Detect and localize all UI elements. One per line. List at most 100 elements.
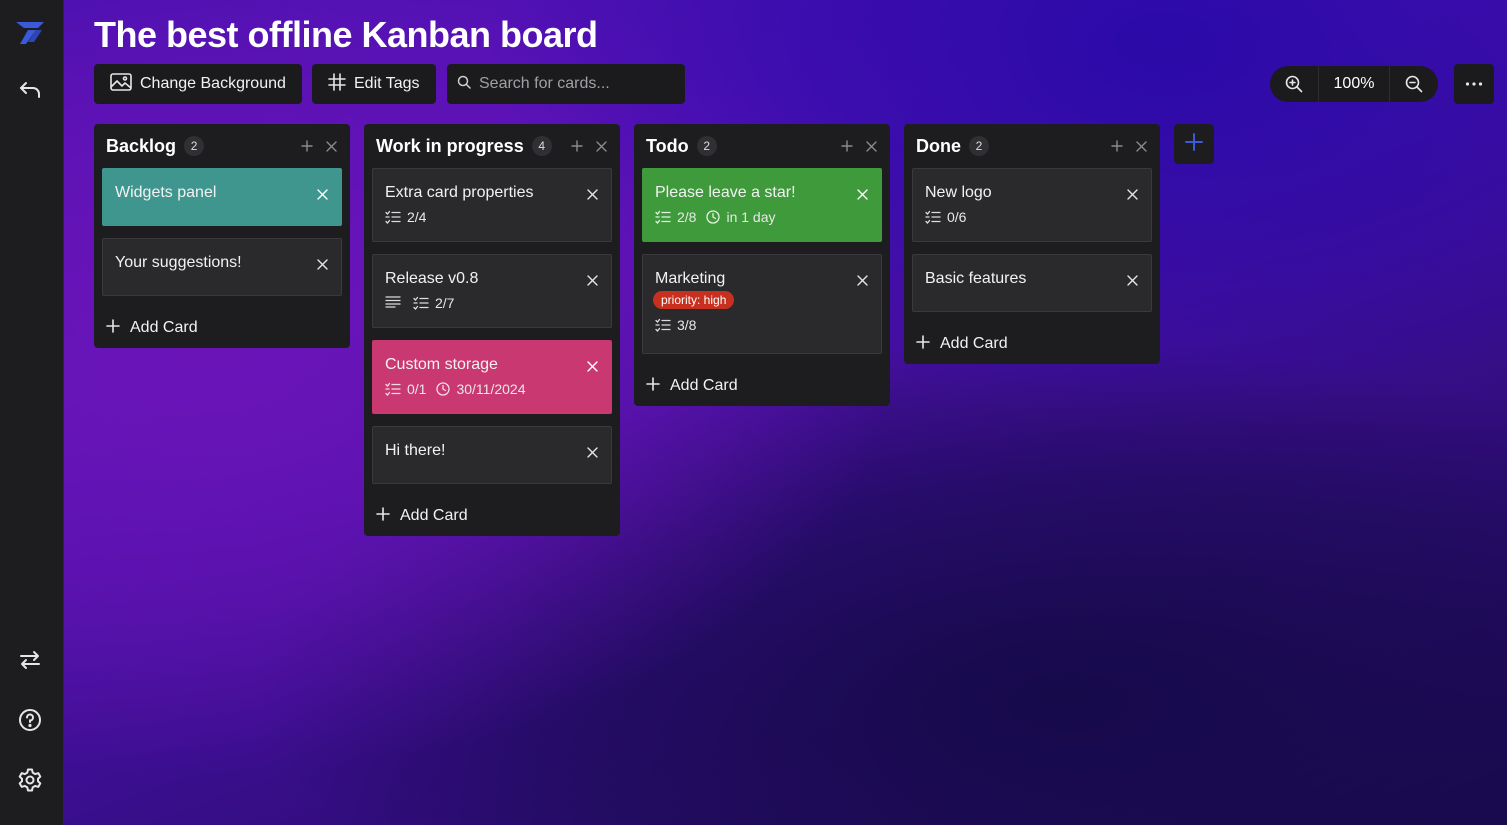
search-box bbox=[447, 64, 685, 104]
plus-icon bbox=[1185, 132, 1203, 156]
add-icon[interactable] bbox=[840, 139, 854, 153]
checklist-indicator: 0/1 bbox=[385, 381, 426, 397]
card-title: Your suggestions! bbox=[115, 254, 242, 271]
column-done: Done 2 New logo 0/6 Basic features Add C… bbox=[904, 124, 1160, 364]
checklist-indicator: 2/8 bbox=[655, 209, 696, 225]
more-options-icon[interactable] bbox=[1454, 64, 1494, 104]
zoom-out-icon[interactable] bbox=[1390, 66, 1438, 102]
settings-icon[interactable] bbox=[14, 764, 46, 796]
close-icon[interactable] bbox=[857, 273, 869, 286]
due-date: 30/11/2024 bbox=[456, 381, 526, 397]
card[interactable]: Release v0.8 2/7 bbox=[372, 254, 612, 328]
close-icon[interactable] bbox=[317, 257, 329, 270]
card[interactable]: Marketing priority: high 3/8 bbox=[642, 254, 882, 354]
image-icon bbox=[110, 72, 132, 96]
column-count-badge: 2 bbox=[696, 136, 717, 156]
add-icon[interactable] bbox=[1110, 139, 1124, 153]
close-icon[interactable] bbox=[317, 187, 329, 200]
card[interactable]: Widgets panel bbox=[102, 168, 342, 226]
add-card-label: Add Card bbox=[940, 335, 1008, 352]
column-title[interactable]: Backlog bbox=[106, 136, 176, 157]
clock-icon bbox=[436, 382, 451, 396]
add-card-label: Add Card bbox=[130, 319, 198, 336]
card[interactable]: Custom storage 0/1 30/11/2024 bbox=[372, 340, 612, 414]
card-title: Marketing bbox=[655, 270, 726, 287]
close-icon[interactable] bbox=[587, 445, 599, 458]
swap-icon[interactable] bbox=[14, 644, 46, 676]
checklist-icon bbox=[385, 382, 401, 396]
card-title: New logo bbox=[925, 184, 992, 201]
add-icon[interactable] bbox=[300, 139, 314, 153]
close-icon[interactable] bbox=[587, 187, 599, 200]
card-title: Please leave a star! bbox=[655, 184, 796, 201]
checklist-indicator: 2/7 bbox=[413, 295, 454, 311]
card[interactable]: Basic features bbox=[912, 254, 1152, 312]
edit-tags-label: Edit Tags bbox=[354, 75, 420, 92]
page-title[interactable]: The best offline Kanban board bbox=[94, 14, 598, 56]
column-header: Backlog 2 bbox=[94, 124, 350, 168]
back-arrow-icon[interactable] bbox=[14, 74, 46, 106]
checklist-progress: 2/8 bbox=[677, 209, 697, 225]
card-title: Basic features bbox=[925, 270, 1027, 287]
logo-icon[interactable] bbox=[14, 16, 46, 48]
close-icon[interactable] bbox=[864, 139, 878, 153]
plus-icon bbox=[106, 318, 120, 338]
card[interactable]: Hi there! bbox=[372, 426, 612, 484]
help-icon[interactable] bbox=[14, 704, 46, 736]
due-date-indicator: in 1 day bbox=[706, 209, 776, 225]
add-card-button[interactable]: Add Card bbox=[94, 308, 350, 348]
column-header: Done 2 bbox=[904, 124, 1160, 168]
description-icon bbox=[385, 295, 401, 311]
zoom-in-icon[interactable] bbox=[1270, 66, 1318, 102]
checklist-indicator: 3/8 bbox=[655, 317, 696, 333]
clock-icon bbox=[706, 210, 721, 224]
column-title[interactable]: Work in progress bbox=[376, 136, 524, 157]
zoom-control: 100% bbox=[1270, 66, 1438, 102]
search-input[interactable] bbox=[479, 75, 669, 93]
column-title[interactable]: Todo bbox=[646, 136, 689, 157]
hash-icon bbox=[328, 72, 346, 96]
column-count-badge: 2 bbox=[969, 136, 989, 156]
due-date-indicator: 30/11/2024 bbox=[436, 381, 526, 397]
close-icon[interactable] bbox=[857, 187, 869, 200]
column-work-in-progress: Work in progress 4 Extra card properties… bbox=[364, 124, 620, 536]
search-icon bbox=[457, 75, 471, 94]
board-area: The best offline Kanban board Change Bac… bbox=[64, 0, 1507, 825]
edit-tags-button[interactable]: Edit Tags bbox=[312, 64, 436, 104]
add-card-button[interactable]: Add Card bbox=[904, 324, 1160, 364]
add-card-button[interactable]: Add Card bbox=[634, 366, 890, 406]
column-count-badge: 2 bbox=[184, 136, 205, 156]
card[interactable]: Please leave a star! 2/8 in 1 day bbox=[642, 168, 882, 242]
card-title: Release v0.8 bbox=[385, 270, 479, 287]
close-icon[interactable] bbox=[594, 139, 608, 153]
add-card-label: Add Card bbox=[670, 377, 738, 394]
change-background-button[interactable]: Change Background bbox=[94, 64, 302, 104]
card[interactable]: Extra card properties 2/4 bbox=[372, 168, 612, 242]
add-icon[interactable] bbox=[570, 139, 584, 153]
checklist-progress: 2/7 bbox=[435, 295, 455, 311]
column-header: Work in progress 4 bbox=[364, 124, 620, 168]
checklist-indicator: 0/6 bbox=[925, 209, 966, 225]
close-icon[interactable] bbox=[587, 359, 599, 372]
checklist-icon bbox=[655, 318, 671, 332]
column-header: Todo 2 bbox=[634, 124, 890, 168]
checklist-progress: 0/1 bbox=[407, 381, 427, 397]
close-icon[interactable] bbox=[324, 139, 338, 153]
close-icon[interactable] bbox=[587, 273, 599, 286]
close-icon[interactable] bbox=[1127, 187, 1139, 200]
due-date: in 1 day bbox=[726, 209, 776, 225]
priority-tag[interactable]: priority: high bbox=[653, 291, 735, 309]
plus-icon bbox=[916, 334, 930, 354]
column-title[interactable]: Done bbox=[916, 136, 961, 157]
add-card-label: Add Card bbox=[400, 507, 468, 524]
checklist-indicator: 2/4 bbox=[385, 209, 426, 225]
card[interactable]: New logo 0/6 bbox=[912, 168, 1152, 242]
close-icon[interactable] bbox=[1127, 273, 1139, 286]
add-column-button[interactable] bbox=[1174, 124, 1214, 164]
add-card-button[interactable]: Add Card bbox=[364, 496, 620, 536]
card[interactable]: Your suggestions! bbox=[102, 238, 342, 296]
card-title: Hi there! bbox=[385, 442, 446, 459]
close-icon[interactable] bbox=[1134, 139, 1148, 153]
change-background-label: Change Background bbox=[140, 75, 286, 92]
checklist-progress: 2/4 bbox=[407, 209, 427, 225]
